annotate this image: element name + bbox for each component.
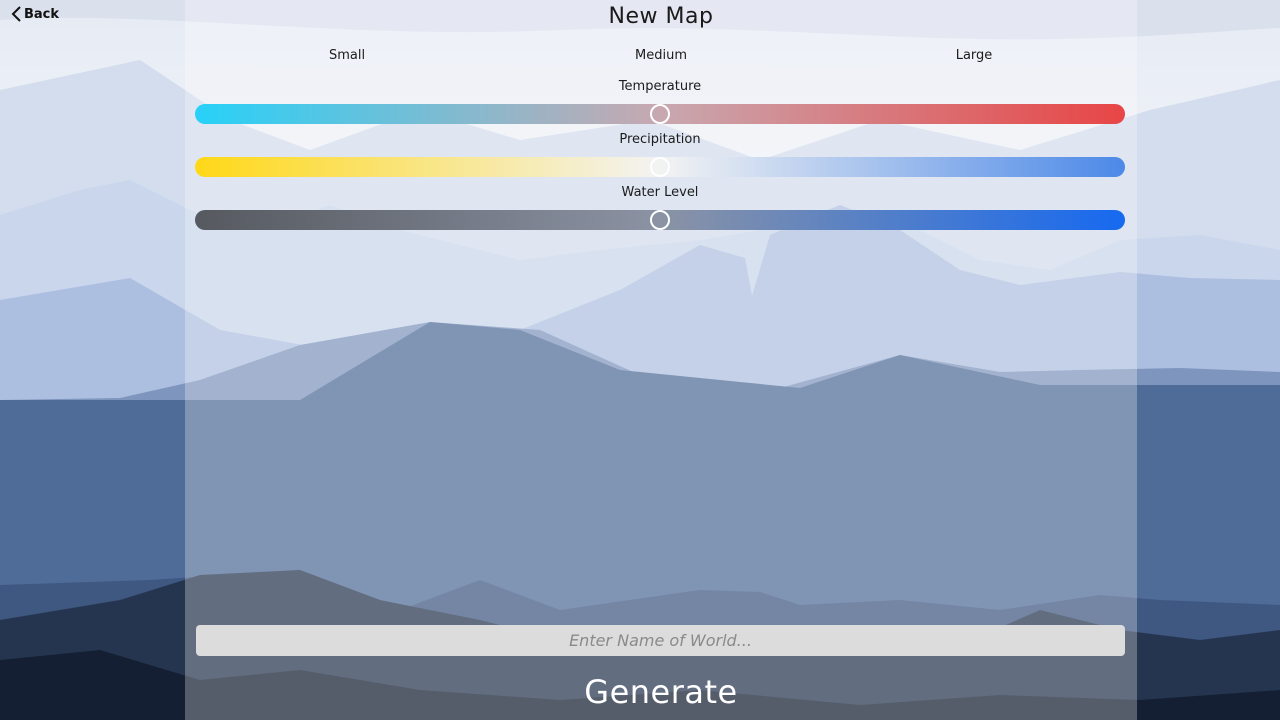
temperature-slider[interactable] [195, 104, 1125, 124]
size-option-small[interactable]: Small [329, 48, 365, 63]
world-name-input[interactable] [196, 625, 1125, 656]
page-title: New Map [608, 4, 714, 29]
new-map-screen: Back New Map Small Medium Large Temperat… [0, 0, 1280, 720]
water-level-slider[interactable] [195, 210, 1125, 230]
size-option-medium[interactable]: Medium [635, 48, 687, 63]
temperature-slider-thumb[interactable] [650, 104, 670, 124]
size-option-large[interactable]: Large [956, 48, 993, 63]
back-label: Back [24, 6, 60, 22]
temperature-label: Temperature [618, 79, 702, 94]
water-level-slider-thumb[interactable] [650, 210, 670, 230]
precipitation-slider[interactable] [195, 157, 1125, 177]
water-level-label: Water Level [621, 185, 699, 200]
chevron-left-icon [11, 6, 21, 22]
back-button[interactable]: Back [10, 4, 59, 24]
precipitation-label: Precipitation [619, 132, 701, 147]
precipitation-slider-thumb[interactable] [650, 157, 670, 177]
generate-button[interactable]: Generate [185, 670, 1137, 714]
